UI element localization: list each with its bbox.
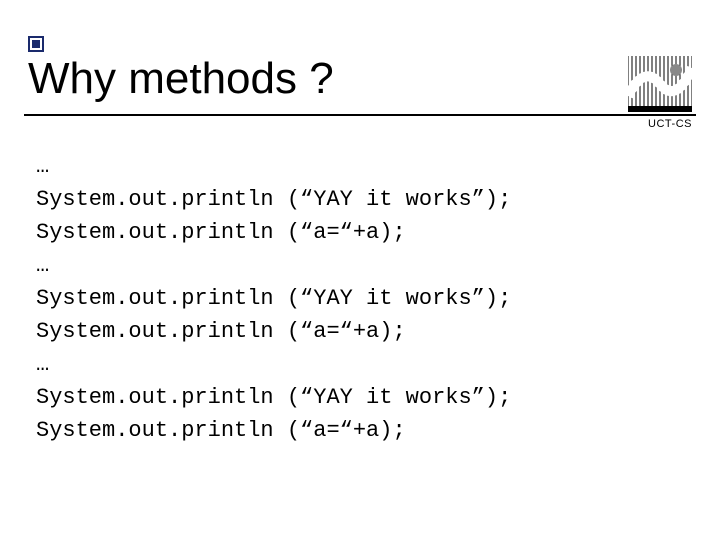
code-line: System.out.println (“a=“+a); [36, 418, 406, 443]
code-line: … [36, 253, 49, 278]
slide-title: Why methods ? [28, 54, 334, 104]
header: Why methods ? [24, 16, 696, 116]
slide: Why methods ? [0, 0, 720, 540]
code-line: System.out.println (“YAY it works”); [36, 286, 511, 311]
code-line: … [36, 352, 49, 377]
code-line: System.out.println (“YAY it works”); [36, 385, 511, 410]
code-line: System.out.println (“YAY it works”); [36, 187, 511, 212]
code-line: … [36, 154, 49, 179]
department-label: UCT-CS [648, 118, 692, 130]
bullet-icon [28, 36, 44, 52]
uct-logo-icon [628, 56, 692, 112]
code-line: System.out.println (“a=“+a); [36, 220, 406, 245]
code-line: System.out.println (“a=“+a); [36, 319, 406, 344]
code-block: … System.out.println (“YAY it works”); S… [36, 150, 511, 447]
